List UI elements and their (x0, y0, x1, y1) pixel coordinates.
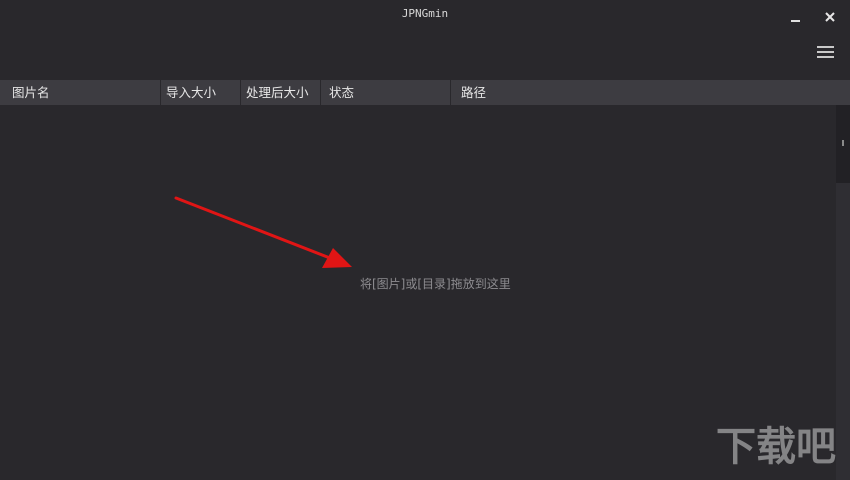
hamburger-menu-icon-line (817, 51, 834, 53)
watermark-logo: 下载吧 (716, 424, 836, 468)
red-arrow-annotation (174, 196, 352, 268)
close-button[interactable] (817, 6, 843, 28)
drop-hint-text: 将[图片]或[目录]拖放到这里 (360, 277, 511, 291)
close-icon (825, 12, 835, 22)
scrollbar-thumb[interactable] (836, 105, 850, 183)
header-scroll-strip (836, 80, 850, 105)
grip-icon (842, 140, 844, 146)
title-bar: JPNGmin (0, 0, 850, 36)
svg-text:下载吧: 下载吧 (716, 424, 836, 468)
menu-button[interactable] (814, 41, 838, 61)
file-drop-area[interactable] (0, 105, 836, 480)
table-header: 图片名 导入大小 处理后大小 状态 路径 (0, 80, 836, 105)
window-title: JPNGmin (401, 7, 449, 20)
column-header-input-size[interactable]: 导入大小 (161, 80, 241, 105)
app-window: JPNGmin 图片名 导入大小 处理后大小 状态 路径 将[图片]或[目录]拖… (0, 0, 850, 480)
hamburger-menu-icon (817, 46, 834, 48)
column-header-output-size[interactable]: 处理后大小 (241, 80, 321, 105)
column-header-status[interactable]: 状态 (321, 80, 451, 105)
column-header-name[interactable]: 图片名 (0, 80, 161, 105)
minimize-button[interactable] (783, 6, 809, 28)
column-header-path[interactable]: 路径 (451, 80, 836, 105)
hamburger-menu-icon-line (817, 56, 834, 58)
